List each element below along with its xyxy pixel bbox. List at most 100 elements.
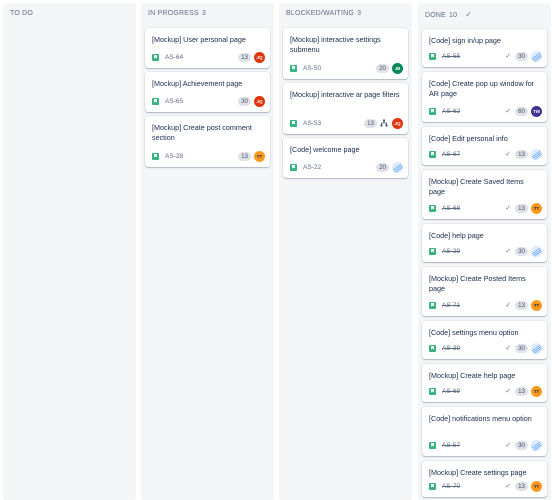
issue-key[interactable]: AS-57 xyxy=(442,442,505,449)
column-header: DONE 10 ✓ xyxy=(418,3,551,25)
column-header: TO DO xyxy=(3,3,136,25)
resolved-check-icon: ✓ xyxy=(505,302,512,309)
issue-key[interactable]: AS-29 xyxy=(442,248,505,255)
avatar[interactable]: TT xyxy=(254,150,265,162)
done-check-icon: ✓ xyxy=(465,10,473,19)
unassigned-avatar-icon[interactable] xyxy=(531,342,542,354)
unassigned-avatar-icon[interactable] xyxy=(531,439,542,451)
issue-card[interactable]: [Mockup] Create settings page AS-70 ✓ 13… xyxy=(422,461,547,497)
avatar[interactable]: TT xyxy=(531,299,542,311)
issue-card[interactable]: [Mockup] interactive ar page filters AS-… xyxy=(283,83,408,134)
issue-card[interactable]: [Mockup] Achievement page AS-65 30 JQ xyxy=(145,72,270,112)
issue-key[interactable]: AS-67 xyxy=(442,151,505,158)
unassigned-avatar-icon[interactable] xyxy=(392,161,403,173)
story-icon xyxy=(429,204,436,212)
card-title: [Code] Create pop up window for AR page xyxy=(429,79,535,98)
story-points-badge: 13 xyxy=(238,151,251,161)
story-points-badge: 13 xyxy=(515,149,528,159)
avatar[interactable]: JQ xyxy=(254,95,265,107)
issue-card[interactable]: [Mockup] Create post comment section AS-… xyxy=(145,116,270,167)
issue-card[interactable]: [Code] sign in/up page AS-55 ✓ 30 xyxy=(422,29,547,67)
column-todo[interactable]: TO DO xyxy=(3,3,136,500)
story-points-badge: 30 xyxy=(515,343,528,353)
resolved-check-icon: ✓ xyxy=(505,442,512,449)
column-title: BLOCKED/WAITING xyxy=(286,10,355,17)
issue-key[interactable]: AS-55 xyxy=(442,53,505,60)
column-title: IN PROGRESS xyxy=(148,10,199,17)
story-icon xyxy=(429,387,436,395)
card-title: [Code] Edit personal info xyxy=(429,134,508,143)
resolved-check-icon: ✓ xyxy=(505,151,512,158)
column-count: 3 xyxy=(201,10,206,17)
card-title: [Mockup] Create help page xyxy=(429,371,516,380)
avatar[interactable]: TT xyxy=(531,480,542,492)
column-in-progress[interactable]: IN PROGRESS 3 [Mockup] User personal page… xyxy=(141,3,274,500)
story-points-badge: 20 xyxy=(376,162,389,172)
story-points-badge: 30 xyxy=(515,246,528,256)
story-icon xyxy=(429,247,436,255)
card-title: [Code] sign in/up page xyxy=(429,36,501,45)
issue-key[interactable]: AS-50 xyxy=(303,65,376,72)
story-points-badge: 30 xyxy=(515,440,528,450)
issue-key[interactable]: AS-68 xyxy=(442,205,505,212)
story-points-badge: 30 xyxy=(238,96,251,106)
story-points-badge: 13 xyxy=(364,118,377,128)
issue-key[interactable]: AS-64 xyxy=(165,54,238,61)
card-title: [Mockup] User personal page xyxy=(152,35,246,44)
resolved-check-icon: ✓ xyxy=(505,53,512,60)
issue-card[interactable]: [Mockup] User personal page AS-64 13 JQ xyxy=(145,28,270,68)
card-title: [Mockup] interactive ar page filters xyxy=(290,90,400,99)
issue-card[interactable]: [Code] notifications menu option AS-57 ✓… xyxy=(422,407,547,456)
issue-key[interactable]: AS-28 xyxy=(165,153,238,160)
story-icon xyxy=(429,482,436,490)
card-title: [Mockup] Create Posted Items page xyxy=(429,274,526,293)
story-points-badge: 13 xyxy=(238,52,251,62)
issue-card[interactable]: [Code] Edit personal info AS-67 ✓ 13 xyxy=(422,127,547,165)
card-title: [Mockup] Create post comment section xyxy=(152,123,252,142)
issue-card[interactable]: [Code] help page AS-29 ✓ 30 xyxy=(422,224,547,262)
story-icon xyxy=(290,163,297,171)
card-title: [Mockup] Create Saved Items page xyxy=(429,177,524,196)
story-points-badge: 30 xyxy=(515,51,528,61)
issue-card[interactable]: [Mockup] Create help page AS-69 ✓ 13 TT xyxy=(422,364,547,402)
unassigned-avatar-icon[interactable] xyxy=(531,148,542,160)
column-header: BLOCKED/WAITING 3 xyxy=(279,3,412,25)
card-title: [Code] notifications menu option xyxy=(429,414,532,423)
issue-card[interactable]: [Code] settings menu option AS-39 ✓ 30 xyxy=(422,321,547,359)
issue-key[interactable]: AS-65 xyxy=(165,98,238,105)
issue-card[interactable]: [Code] welcome page AS-22 20 xyxy=(283,138,408,178)
issue-card[interactable]: [Mockup] interactive settings submenu AS… xyxy=(283,28,408,79)
issue-key[interactable]: AS-22 xyxy=(303,164,376,171)
avatar[interactable]: JQ xyxy=(392,117,403,129)
issue-card[interactable]: [Code] Create pop up window for AR page … xyxy=(422,72,547,122)
avatar[interactable]: TT xyxy=(531,385,542,397)
column-done[interactable]: DONE 10 ✓ [Code] sign in/up page AS-55 ✓ 3… xyxy=(418,3,551,500)
issue-key[interactable]: AS-70 xyxy=(442,483,505,490)
story-icon xyxy=(152,97,159,105)
story-icon xyxy=(290,119,297,127)
story-icon xyxy=(152,152,159,160)
column-count: 3 xyxy=(357,10,362,17)
avatar[interactable]: JB xyxy=(392,62,403,74)
avatar[interactable]: TT xyxy=(531,202,542,214)
issue-key[interactable]: AS-53 xyxy=(303,120,364,127)
avatar[interactable]: JQ xyxy=(254,51,265,63)
resolved-check-icon: ✓ xyxy=(505,345,512,352)
story-icon xyxy=(429,441,436,449)
resolved-check-icon: ✓ xyxy=(505,248,512,255)
column-header: IN PROGRESS 3 xyxy=(141,3,274,25)
issue-key[interactable]: AS-69 xyxy=(442,388,505,395)
issue-key[interactable]: AS-71 xyxy=(442,302,505,309)
avatar[interactable]: TM xyxy=(531,105,542,117)
issue-card[interactable]: [Mockup] Create Saved Items page AS-68 ✓… xyxy=(422,170,547,219)
story-icon xyxy=(152,53,159,61)
card-title: [Code] welcome page xyxy=(290,145,360,154)
card-title: [Mockup] Create settings page xyxy=(429,468,527,477)
unassigned-avatar-icon[interactable] xyxy=(531,245,542,257)
column-blocked-waiting[interactable]: BLOCKED/WAITING 3 [Mockup] interactive se… xyxy=(279,3,412,500)
issue-key[interactable]: AS-62 xyxy=(442,108,505,115)
issue-key[interactable]: AS-39 xyxy=(442,345,505,352)
card-title: [Mockup] interactive settings submenu xyxy=(290,35,381,54)
unassigned-avatar-icon[interactable] xyxy=(531,50,542,62)
issue-card[interactable]: [Mockup] Create Posted Items page AS-71 … xyxy=(422,267,547,316)
